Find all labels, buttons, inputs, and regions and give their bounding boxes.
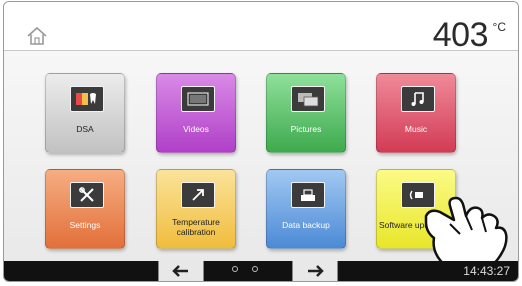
tile-label: Videos — [183, 124, 209, 134]
page-dot — [252, 266, 258, 272]
arrow-right-icon — [308, 265, 324, 277]
tile-label: Data backup — [282, 220, 330, 230]
temperature-value: 403 — [432, 16, 489, 54]
dsa-icon — [70, 86, 104, 112]
tile-label: Pictures — [290, 124, 322, 134]
calibration-arrow-icon — [181, 182, 215, 208]
tile-data-backup[interactable]: Data backup — [266, 169, 346, 249]
tile-videos[interactable]: Videos — [156, 73, 236, 153]
tile-label: DSA — [76, 124, 94, 134]
usb-icon — [291, 182, 325, 208]
home-icon[interactable] — [26, 26, 48, 46]
footer-bar: 14:43:27 — [4, 261, 518, 281]
video-icon — [181, 86, 215, 112]
tile-label-line2: calibration — [176, 227, 216, 237]
tile-label: Settings — [69, 220, 101, 230]
header-bar: 403 °C — [4, 2, 518, 54]
prev-page-button[interactable] — [158, 261, 204, 281]
oven-screen: 403 °C DSA Videos Pictures Music Setting… — [3, 1, 519, 282]
tile-label-line1: Temperature — [172, 217, 220, 227]
tile-music[interactable]: Music — [376, 73, 456, 153]
tile-label: Music — [404, 124, 428, 134]
pictures-icon — [291, 86, 325, 112]
temperature-unit: °C — [492, 20, 506, 34]
tools-icon — [70, 182, 104, 208]
page-dot — [232, 266, 238, 272]
page-dot-active — [242, 266, 248, 272]
arrow-left-icon — [172, 265, 188, 277]
clock: 14:43:27 — [463, 264, 510, 278]
tile-settings[interactable]: Settings — [45, 169, 125, 249]
next-page-button[interactable] — [292, 261, 338, 281]
page-indicator — [232, 266, 258, 272]
tile-pictures[interactable]: Pictures — [266, 73, 346, 153]
tile-label: Temperature calibration — [157, 217, 235, 237]
tile-temperature-calibration[interactable]: Temperature calibration — [156, 169, 236, 249]
music-note-icon — [401, 86, 435, 112]
tile-dsa[interactable]: DSA — [45, 73, 125, 153]
